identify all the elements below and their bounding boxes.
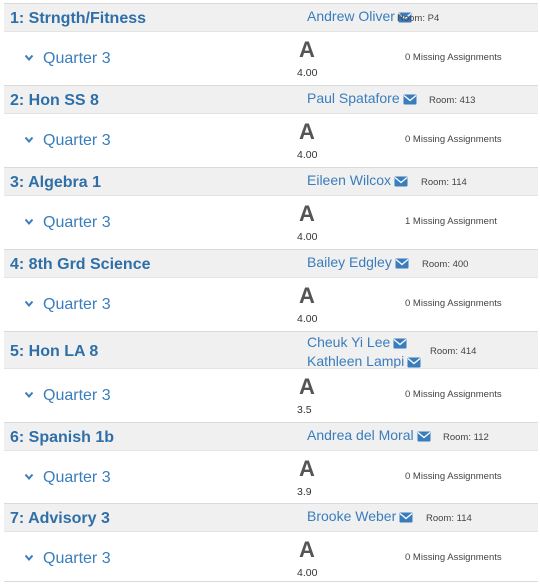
grade-points: 4.00 bbox=[297, 567, 318, 579]
course-title[interactable]: 5: Hon LA 8 bbox=[10, 343, 98, 361]
teacher-line: Andrea del Moral bbox=[307, 426, 431, 446]
grade-points: 4.00 bbox=[297, 149, 318, 161]
course-card: 4: 8th Grd Science Bailey Edgley Room: 400… bbox=[0, 249, 540, 328]
course-header: 1: Strngth/Fitness Andrew Oliver Room: P4 bbox=[4, 3, 538, 32]
teacher-line: Bailey Edgley bbox=[307, 253, 409, 273]
course-card: 3: Algebra 1 Eileen Wilcox Room: 114 Quarte… bbox=[0, 167, 540, 246]
teacher-name-link[interactable]: Bailey Edgley bbox=[307, 254, 392, 270]
letter-grade: A bbox=[299, 456, 315, 481]
teacher-name-link[interactable]: Kathleen Lampi bbox=[307, 353, 404, 369]
term-label[interactable]: Quarter 3 bbox=[43, 132, 111, 150]
envelope-icon[interactable] bbox=[393, 336, 407, 349]
term-row[interactable]: Quarter 3 A 3.5 0 Missing Assignments bbox=[4, 368, 538, 419]
course-list: 1: Strngth/Fitness Andrew Oliver Room: P4 Q… bbox=[0, 0, 540, 584]
teacher-name-link[interactable]: Cheuk Yi Lee bbox=[307, 334, 390, 350]
chevron-down-icon[interactable] bbox=[24, 213, 34, 226]
grade-points: 4.00 bbox=[297, 67, 318, 79]
room-label: Room: 114 bbox=[421, 177, 467, 188]
chevron-down-icon[interactable] bbox=[24, 386, 34, 399]
teacher-line: Cheuk Yi Lee bbox=[307, 333, 407, 353]
envelope-icon[interactable] bbox=[399, 510, 413, 523]
chevron-down-icon[interactable] bbox=[24, 49, 34, 62]
letter-grade: A bbox=[299, 37, 315, 62]
teacher-line: Paul Spatafore bbox=[307, 89, 417, 109]
missing-assignments[interactable]: 0 Missing Assignments bbox=[405, 134, 502, 145]
course-card: 2: Hon SS 8 Paul Spatafore Room: 413 Quarte… bbox=[0, 85, 540, 164]
teacher-name-link[interactable]: Paul Spatafore bbox=[307, 90, 400, 106]
term-row[interactable]: Quarter 3 A 3.9 0 Missing Assignments bbox=[4, 450, 538, 501]
term-label[interactable]: Quarter 3 bbox=[43, 387, 111, 405]
grade-points: 4.00 bbox=[297, 313, 318, 325]
grade-points: 3.5 bbox=[297, 404, 312, 416]
term-label[interactable]: Quarter 3 bbox=[43, 469, 111, 487]
course-header: 3: Algebra 1 Eileen Wilcox Room: 114 bbox=[4, 167, 538, 196]
room-label: Room: 114 bbox=[426, 513, 472, 524]
chevron-down-icon[interactable] bbox=[24, 295, 34, 308]
letter-grade: A bbox=[299, 374, 315, 399]
course-title[interactable]: 3: Algebra 1 bbox=[10, 174, 101, 192]
room-label: Room: 400 bbox=[422, 259, 469, 270]
teacher-line: Brooke Weber bbox=[307, 507, 413, 527]
course-header: 4: 8th Grd Science Bailey Edgley Room: 400 bbox=[4, 249, 538, 278]
term-row[interactable]: Quarter 3 A 4.00 0 Missing Assignments bbox=[4, 31, 538, 82]
divider bbox=[4, 581, 538, 582]
letter-grade: A bbox=[299, 119, 315, 144]
letter-grade: A bbox=[299, 283, 315, 308]
room-label: Room: 413 bbox=[429, 95, 476, 106]
chevron-down-icon[interactable] bbox=[24, 131, 34, 144]
course-header: 7: Advisory 3 Brooke Weber Room: 114 bbox=[4, 503, 538, 532]
term-row[interactable]: Quarter 3 A 4.00 0 Missing Assignments bbox=[4, 113, 538, 164]
missing-assignments[interactable]: 0 Missing Assignments bbox=[405, 298, 502, 309]
envelope-icon[interactable] bbox=[394, 174, 408, 187]
teacher-name-link[interactable]: Andrew Oliver bbox=[307, 8, 395, 24]
missing-assignments[interactable]: 0 Missing Assignments bbox=[405, 552, 502, 563]
teacher-name-link[interactable]: Eileen Wilcox bbox=[307, 172, 391, 188]
chevron-down-icon[interactable] bbox=[24, 549, 34, 562]
term-row[interactable]: Quarter 3 A 4.00 1 Missing Assignment bbox=[4, 195, 538, 246]
course-card: 5: Hon LA 8 Cheuk Yi Lee Kathleen Lampi Roo… bbox=[0, 331, 540, 419]
letter-grade: A bbox=[299, 537, 315, 562]
grade-points: 3.9 bbox=[297, 486, 312, 498]
teacher-name-link[interactable]: Andrea del Moral bbox=[307, 427, 414, 443]
missing-assignments[interactable]: 0 Missing Assignments bbox=[405, 471, 502, 482]
term-label[interactable]: Quarter 3 bbox=[43, 50, 111, 68]
room-label: Room: 414 bbox=[430, 346, 477, 357]
envelope-icon[interactable] bbox=[417, 429, 431, 442]
term-label[interactable]: Quarter 3 bbox=[43, 214, 111, 232]
letter-grade: A bbox=[299, 201, 315, 226]
course-card: 7: Advisory 3 Brooke Weber Room: 114 Quarte… bbox=[0, 503, 540, 583]
room-label: Room: P4 bbox=[397, 13, 440, 24]
teacher-line: Eileen Wilcox bbox=[307, 171, 408, 191]
course-title[interactable]: 2: Hon SS 8 bbox=[10, 92, 99, 110]
envelope-icon[interactable] bbox=[407, 355, 421, 368]
missing-assignments[interactable]: 1 Missing Assignment bbox=[405, 216, 497, 227]
term-row[interactable]: Quarter 3 A 4.00 0 Missing Assignments bbox=[4, 277, 538, 328]
course-header: 5: Hon LA 8 Cheuk Yi Lee Kathleen Lampi Roo… bbox=[4, 331, 538, 369]
grade-points: 4.00 bbox=[297, 231, 318, 243]
chevron-down-icon[interactable] bbox=[24, 468, 34, 481]
term-row[interactable]: Quarter 3 A 4.00 0 Missing Assignments bbox=[4, 531, 538, 583]
missing-assignments[interactable]: 0 Missing Assignments bbox=[405, 389, 502, 400]
room-label: Room: 112 bbox=[443, 432, 489, 443]
missing-assignments[interactable]: 0 Missing Assignments bbox=[405, 52, 502, 63]
envelope-icon[interactable] bbox=[395, 256, 409, 269]
term-label[interactable]: Quarter 3 bbox=[43, 550, 111, 568]
envelope-icon[interactable] bbox=[403, 92, 417, 105]
course-title[interactable]: 6: Spanish 1b bbox=[10, 429, 114, 447]
course-header: 2: Hon SS 8 Paul Spatafore Room: 413 bbox=[4, 85, 538, 114]
course-title[interactable]: 4: 8th Grd Science bbox=[10, 256, 151, 274]
term-label[interactable]: Quarter 3 bbox=[43, 296, 111, 314]
course-card: 6: Spanish 1b Andrea del Moral Room: 112 Qu… bbox=[0, 422, 540, 501]
teacher-name-link[interactable]: Brooke Weber bbox=[307, 508, 396, 524]
course-header: 6: Spanish 1b Andrea del Moral Room: 112 bbox=[4, 422, 538, 451]
course-title[interactable]: 1: Strngth/Fitness bbox=[10, 10, 146, 28]
course-title[interactable]: 7: Advisory 3 bbox=[10, 510, 110, 528]
course-card: 1: Strngth/Fitness Andrew Oliver Room: P4 Q… bbox=[0, 3, 540, 82]
